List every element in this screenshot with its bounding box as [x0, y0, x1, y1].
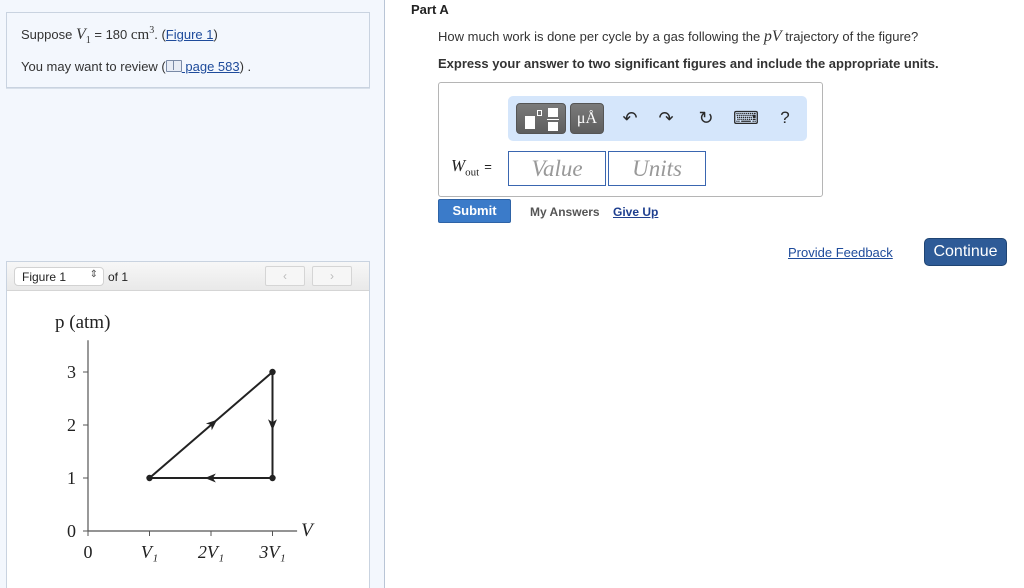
- units-input[interactable]: Units: [608, 151, 706, 186]
- cycle-segment: [148, 371, 274, 479]
- review-page-link[interactable]: page 583: [165, 59, 240, 74]
- give-up-link[interactable]: Give Up: [613, 205, 658, 219]
- reset-icon: ↻: [698, 108, 714, 128]
- y-tick-label: 3: [67, 362, 76, 382]
- pv-diagram: 0 1 2 3 0 V₁ 2V₁ 3V₁ p (atm) V: [55, 312, 315, 562]
- units-button[interactable]: μÅ: [570, 103, 604, 134]
- redo-button[interactable]: ↷: [654, 106, 678, 130]
- answer-instruction: Express your answer to two significant f…: [438, 56, 939, 71]
- keyboard-icon: ⌨: [733, 108, 759, 128]
- figure-panel: Figure 1 ⇕ of 1 ‹ › 0 1 2 3 0 V₁ 2V₁ 3V₁ p (atm…: [6, 261, 370, 588]
- v1-unit: cm3: [130, 25, 155, 43]
- left-pane: Suppose V1 = 180 cm3. (Figure 1) You may…: [0, 0, 385, 588]
- x-tick-label: V₁: [141, 542, 158, 562]
- x-tick-label: 2V₁: [198, 542, 224, 562]
- answer-variable-label: Wout =: [451, 156, 492, 179]
- problem-intro: Suppose V1 = 180 cm3. (Figure 1) You may…: [6, 12, 370, 88]
- units-icon: μÅ: [576, 110, 598, 127]
- review-line: You may want to review ( page 583) .: [21, 59, 251, 74]
- x-tick-label: 0: [84, 542, 93, 562]
- y-tick-label: 0: [67, 521, 76, 541]
- math-toolbar: μÅ ↶ ↷ ↻ ⌨ ?: [508, 96, 807, 141]
- suppose-text: Suppose: [21, 27, 73, 42]
- reset-button[interactable]: ↻: [694, 106, 718, 130]
- help-icon: ?: [780, 108, 790, 127]
- state-point: [146, 474, 153, 482]
- book-icon: [165, 60, 182, 72]
- question-text: How much work is done per cycle by a gas…: [438, 28, 919, 45]
- state-point: [269, 474, 276, 482]
- provide-feedback-link[interactable]: Provide Feedback: [788, 245, 893, 260]
- value-input[interactable]: Value: [508, 151, 606, 186]
- templates-button[interactable]: [516, 103, 566, 134]
- submit-button[interactable]: Submit: [438, 199, 511, 223]
- y-tick-label: 2: [67, 415, 76, 435]
- figure-1-link[interactable]: Figure 1: [166, 27, 214, 42]
- review-suffix: ) .: [239, 59, 252, 74]
- v1-value: = 180: [94, 27, 128, 42]
- undo-button[interactable]: ↶: [618, 106, 642, 130]
- part-title: Part A: [411, 2, 449, 17]
- state-point: [269, 368, 276, 376]
- help-button[interactable]: ?: [773, 106, 797, 130]
- keyboard-button[interactable]: ⌨: [733, 106, 759, 130]
- continue-button[interactable]: Continue: [924, 238, 1007, 266]
- v1-symbol: V1: [75, 26, 91, 47]
- x-tick-label: 3V₁: [258, 542, 285, 562]
- redo-icon: ↷: [658, 108, 674, 128]
- review-prefix: You may want to review (: [21, 59, 166, 74]
- undo-icon: ↶: [622, 108, 638, 128]
- x-axis-label: V: [301, 520, 315, 541]
- y-axis-label: p (atm): [55, 312, 110, 333]
- pv-symbol: pV: [763, 28, 782, 45]
- my-answers-label: My Answers: [530, 205, 600, 219]
- problem-statement: Suppose V1 = 180 cm3. (Figure 1): [21, 25, 218, 47]
- answer-box: μÅ ↶ ↷ ↻ ⌨ ? Wout = Value Units: [438, 82, 823, 197]
- y-tick-label: 1: [67, 468, 76, 488]
